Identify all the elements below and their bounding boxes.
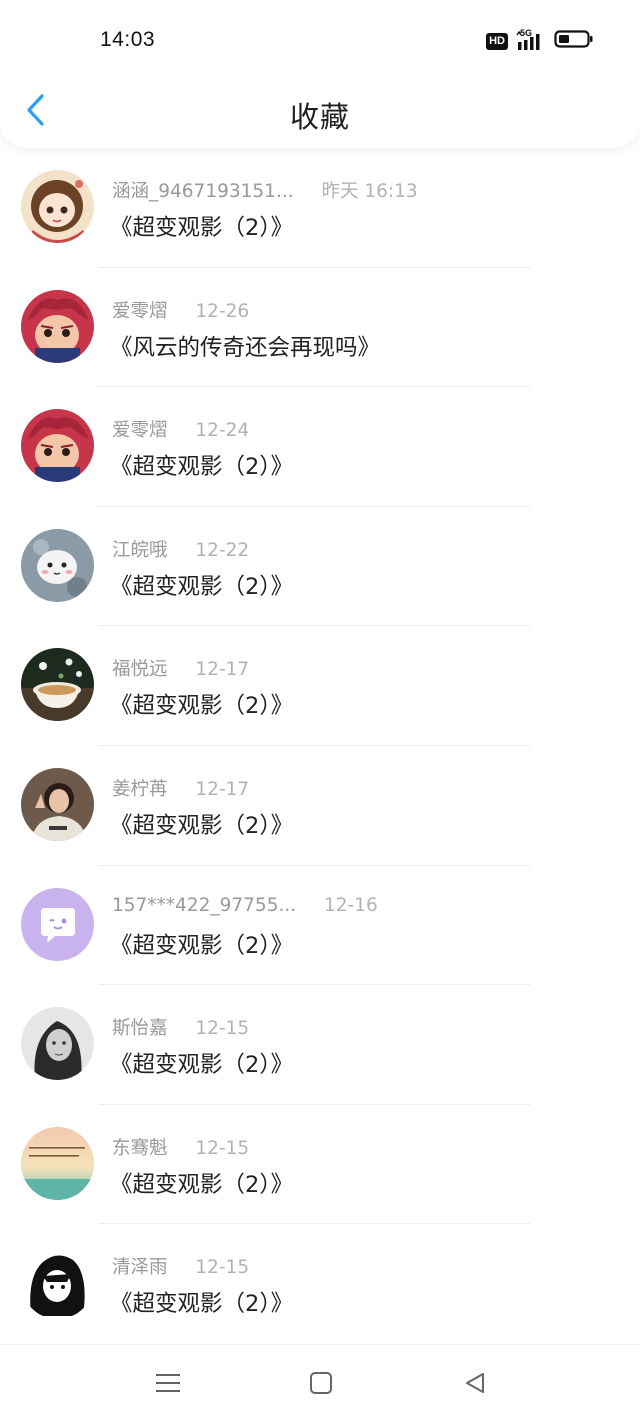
- item-date: 12-26: [195, 300, 250, 322]
- red-hair-boy-avatar: [21, 289, 94, 363]
- item-date: 12-15: [195, 1018, 250, 1040]
- item-meta: 爱零熠 12-24: [112, 416, 620, 442]
- item-meta: 斯怡嘉 12-15: [112, 1014, 620, 1040]
- status-bar: 14:03 HD 5G: [0, 0, 640, 80]
- nav-bar: 收藏: [0, 80, 640, 146]
- favorites-screen: 14:03 HD 5G 收藏 涵涵_9467193151... 昨天 16:13…: [0, 0, 640, 1422]
- top-bar: 14:03 HD 5G 收藏: [0, 0, 640, 148]
- item-date: 12-15: [195, 1137, 250, 1159]
- item-title: 《超变观影（2）》: [110, 693, 294, 720]
- list-item[interactable]: 爱零熠 12-26 《风云的传奇还会再现吗》: [0, 268, 640, 388]
- item-title: 《超变观影（2）》: [110, 1291, 294, 1318]
- favorites-list: 涵涵_9467193151... 昨天 16:13 《超变观影（2）》 爱零熠 …: [0, 148, 640, 1344]
- item-meta: 爱零熠 12-26: [112, 297, 620, 323]
- menu-icon: [155, 1371, 181, 1399]
- item-author: 斯怡嘉: [112, 1018, 168, 1040]
- teacup-flowers-avatar: [21, 648, 94, 722]
- menu-button[interactable]: [152, 1369, 184, 1401]
- hd-icon: HD: [486, 32, 508, 50]
- item-date: 12-15: [195, 1257, 250, 1279]
- system-nav-bar: [0, 1344, 640, 1422]
- item-meta: 姜柠苒 12-17: [112, 775, 620, 801]
- item-meta: 清泽雨 12-15: [112, 1253, 620, 1279]
- list-item[interactable]: 斯怡嘉 12-15 《超变观影（2）》: [0, 985, 640, 1105]
- battery-icon: [554, 29, 594, 53]
- item-meta: 东骞魁 12-15: [112, 1134, 620, 1160]
- status-time: 14:03: [100, 28, 156, 51]
- list-item[interactable]: 江皖哦 12-22 《超变观影（2）》: [0, 507, 640, 627]
- item-author: 姜柠苒: [112, 778, 168, 800]
- item-author: 涵涵_9467193151...: [112, 181, 294, 202]
- list-item[interactable]: 东骞魁 12-15 《超变观影（2）》: [0, 1105, 640, 1225]
- item-date: 12-17: [195, 778, 250, 800]
- item-title: 《超变观影（2）》: [110, 454, 294, 481]
- red-hair-boy-avatar: [21, 409, 94, 483]
- item-title: 《风云的传奇还会再现吗》: [110, 334, 381, 361]
- page-title: 收藏: [289, 100, 350, 134]
- item-date: 12-17: [195, 659, 250, 681]
- home-button[interactable]: [305, 1369, 337, 1401]
- item-date: 12-24: [195, 420, 250, 442]
- cute-character-avatar: [21, 528, 94, 602]
- item-date: 12-16: [324, 894, 378, 916]
- bw-portrait-avatar: [21, 1007, 94, 1081]
- list-item[interactable]: 姜柠苒 12-17 《超变观影（2）》: [0, 746, 640, 866]
- back-triangle-icon: [463, 1371, 487, 1399]
- item-author: 福悦远: [112, 659, 168, 681]
- item-title: 《超变观影（2）》: [110, 932, 294, 959]
- item-author: 157***422_97755...: [112, 894, 297, 916]
- item-date: 12-22: [195, 539, 250, 561]
- list-item[interactable]: 157***422_97755... 12-16 《超变观影（2）》: [0, 866, 640, 986]
- item-title: 《超变观影（2）》: [110, 812, 294, 839]
- home-square-icon: [309, 1371, 333, 1399]
- back-nav-button[interactable]: [459, 1369, 491, 1401]
- item-title: 《超变观影（2）》: [110, 1052, 294, 1079]
- sunset-text-avatar: [21, 1126, 94, 1200]
- item-meta: 157***422_97755... 12-16: [112, 895, 620, 916]
- item-author: 东骞魁: [112, 1137, 168, 1159]
- list-item[interactable]: 福悦远 12-17 《超变观影（2）》: [0, 626, 640, 746]
- item-meta: 江皖哦 12-22: [112, 536, 620, 562]
- list-item[interactable]: 涵涵_9467193151... 昨天 16:13 《超变观影（2）》: [0, 148, 640, 268]
- girl-photo-avatar: [21, 767, 94, 841]
- item-date: 昨天 16:13: [321, 181, 418, 202]
- ink-sketch-avatar: [21, 1246, 94, 1320]
- item-meta: 福悦远 12-17: [112, 655, 620, 681]
- list-item[interactable]: 爱零熠 12-24 《超变观影（2）》: [0, 387, 640, 507]
- item-author: 爱零熠: [112, 420, 168, 442]
- anime-girl-avatar: [21, 170, 94, 243]
- item-author: 清泽雨: [112, 1257, 168, 1279]
- item-title: 《超变观影（2）》: [110, 1171, 294, 1198]
- 5g-signal-icon: 5G: [516, 28, 546, 52]
- item-title: 《超变观影（2）》: [110, 573, 294, 600]
- status-icons: HD 5G: [486, 28, 594, 53]
- item-author: 爱零熠: [112, 300, 168, 322]
- default-chat-avatar: [21, 887, 94, 961]
- list-item[interactable]: 清泽雨 12-15 《超变观影（2）》: [0, 1224, 640, 1344]
- item-title: 《超变观影（2）》: [110, 215, 294, 241]
- item-meta: 涵涵_9467193151... 昨天 16:13: [112, 177, 620, 203]
- item-author: 江皖哦: [112, 539, 168, 561]
